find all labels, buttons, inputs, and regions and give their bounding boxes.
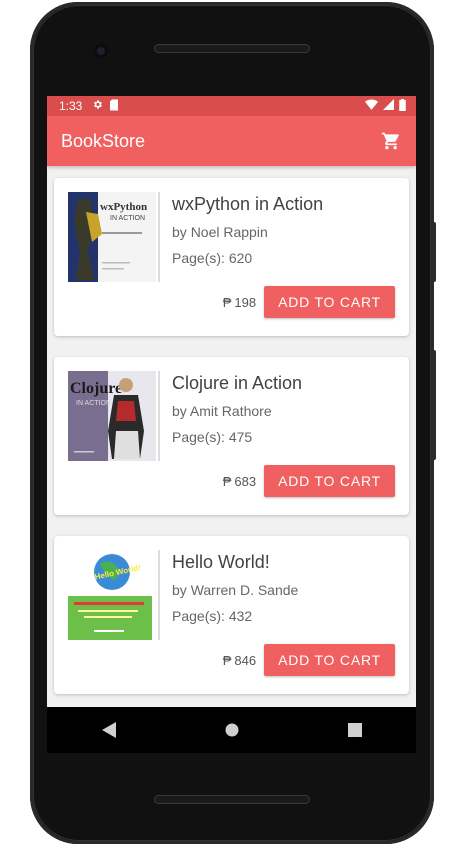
svg-text:IN ACTION: IN ACTION xyxy=(76,400,111,407)
book-author: by Amit Rathore xyxy=(172,403,399,419)
price-value: 198 xyxy=(234,294,257,310)
book-title: Clojure in Action xyxy=(172,373,303,393)
settings-icon xyxy=(92,99,103,113)
power-button[interactable] xyxy=(432,222,436,282)
book-info: Clojure in Action by Amit Rathore Page(s… xyxy=(172,373,399,445)
book-title: wxPython in Action xyxy=(172,194,324,214)
card-actions: ₱ 198 ADD TO CART xyxy=(223,286,395,318)
book-pages: Page(s): 475 xyxy=(172,429,399,445)
back-icon[interactable] xyxy=(97,718,121,742)
author-prefix: by xyxy=(172,224,187,240)
pages-label: Page(s): xyxy=(172,608,225,624)
book-cover: Hello World! xyxy=(68,550,160,640)
sd-card-icon xyxy=(109,99,119,114)
system-nav-bar xyxy=(47,707,416,753)
price-value: 683 xyxy=(234,473,257,489)
add-to-cart-button[interactable]: ADD TO CART xyxy=(264,286,395,318)
book-card[interactable]: Hello World! Hello World! by Warren D. S… xyxy=(54,536,409,694)
bottom-speaker xyxy=(154,795,310,804)
book-card[interactable]: wxPython IN ACTION wxPython in Action by… xyxy=(54,178,409,336)
book-pages: Page(s): 620 xyxy=(172,250,399,266)
recents-icon[interactable] xyxy=(343,718,367,742)
volume-button[interactable] xyxy=(432,350,436,460)
book-info: Hello World! by Warren D. Sande Page(s):… xyxy=(172,552,399,624)
book-card[interactable]: Clojure IN ACTION Clojure in Action by A… xyxy=(54,357,409,515)
shopping-cart-icon[interactable] xyxy=(380,130,402,152)
book-price: ₱ 683 xyxy=(223,474,256,489)
book-title: Hello World! xyxy=(172,552,270,572)
book-list: wxPython IN ACTION wxPython in Action by… xyxy=(47,166,416,694)
pages-label: Page(s): xyxy=(172,429,225,445)
svg-text:IN ACTION: IN ACTION xyxy=(110,215,145,222)
author-name: Warren D. Sande xyxy=(190,582,299,598)
home-icon[interactable] xyxy=(220,718,244,742)
book-price: ₱ 198 xyxy=(223,295,256,310)
app-title: BookStore xyxy=(61,130,146,151)
app-screen: 1:33 BookStore wxPython IN ACTION wxPyth… xyxy=(47,96,416,707)
author-name: Amit Rathore xyxy=(189,403,272,419)
book-pages: Page(s): 432 xyxy=(172,608,399,624)
add-to-cart-button[interactable]: ADD TO CART xyxy=(264,465,395,497)
add-to-cart-button[interactable]: ADD TO CART xyxy=(264,644,395,676)
status-bar: 1:33 xyxy=(47,96,416,116)
battery-icon xyxy=(399,98,406,114)
svg-text:Clojure: Clojure xyxy=(70,380,122,397)
author-prefix: by xyxy=(172,582,187,598)
status-time: 1:33 xyxy=(59,99,83,113)
svg-text:wxPython: wxPython xyxy=(100,201,147,213)
pages-count: 620 xyxy=(228,250,253,266)
author-prefix: by xyxy=(172,403,187,419)
book-cover: wxPython IN ACTION xyxy=(68,192,160,282)
currency-symbol: ₱ xyxy=(222,652,232,668)
book-cover: Clojure IN ACTION xyxy=(68,371,160,461)
card-actions: ₱ 846 ADD TO CART xyxy=(223,644,395,676)
currency-symbol: ₱ xyxy=(222,294,232,310)
pages-count: 432 xyxy=(228,608,253,624)
pages-label: Page(s): xyxy=(172,250,225,266)
book-author: by Noel Rappin xyxy=(172,224,399,240)
card-actions: ₱ 683 ADD TO CART xyxy=(223,465,395,497)
book-info: wxPython in Action by Noel Rappin Page(s… xyxy=(172,194,399,266)
book-author: by Warren D. Sande xyxy=(172,582,399,598)
price-value: 846 xyxy=(234,652,257,668)
earpiece-speaker xyxy=(154,44,310,53)
currency-symbol: ₱ xyxy=(222,473,232,489)
signal-icon xyxy=(383,99,394,113)
app-bar: BookStore xyxy=(47,116,416,166)
wifi-icon xyxy=(365,99,378,113)
author-name: Noel Rappin xyxy=(190,224,268,240)
front-camera xyxy=(94,44,108,58)
pages-count: 475 xyxy=(228,429,253,445)
book-price: ₱ 846 xyxy=(223,653,256,668)
